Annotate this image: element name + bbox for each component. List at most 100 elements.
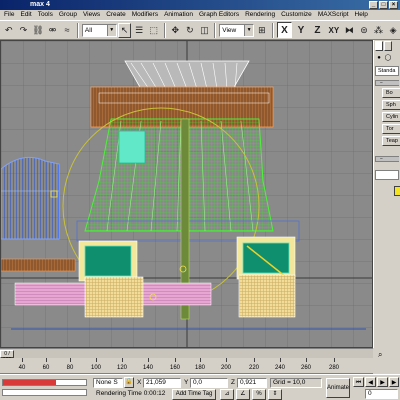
menu-rendering[interactable]: Rendering [242,10,278,20]
array-icon[interactable]: ⁂ [372,23,386,38]
shapes-icon[interactable]: ◯ [384,54,392,62]
sphere-button[interactable]: Sph [382,100,400,110]
track-bar[interactable]: 40 60 80 100 120 140 160 180 200 220 240… [0,358,373,374]
object-type-rollout[interactable]: − [375,80,399,86]
spinner-snap-icon[interactable]: ⇕ [268,389,282,400]
cylinder-button[interactable]: Cylin [382,112,400,122]
time-slider[interactable]: 0 / 100 [0,348,373,363]
prev-frame-icon[interactable]: ◀ [365,377,376,387]
menu-tools[interactable]: Tools [35,10,56,20]
undo-icon[interactable]: ↶ [2,23,16,38]
pivot-center-icon[interactable]: ⊞ [255,23,269,38]
teapot-button[interactable]: Teap [382,136,400,146]
geometry-icon[interactable]: ● [375,54,383,62]
menu-modifiers[interactable]: Modifiers [129,10,161,20]
select-move-icon[interactable]: ✥ [169,23,183,38]
create-tab[interactable] [375,41,383,51]
x-coordinate-field[interactable]: 21,059 [143,378,181,388]
maximize-button[interactable]: □ [379,1,388,9]
axis-x-button[interactable]: X [276,22,293,38]
tick-label: 220 [248,365,260,371]
unlink-icon[interactable]: ⚮ [46,23,60,38]
select-scale-icon[interactable]: ◫ [198,23,212,38]
object-name-field[interactable] [375,170,399,180]
menu-views[interactable]: Views [80,10,103,20]
menu-graph-editors[interactable]: Graph Editors [196,10,242,20]
tick-label: 40 [18,365,26,371]
tick-label: 100 [90,365,102,371]
next-frame-icon[interactable]: ▶ [389,377,399,387]
selection-filter-dropdown[interactable]: All ▼ [81,23,117,37]
toolbar-divider [163,22,166,38]
menu-customize[interactable]: Customize [278,10,315,20]
angle-snap-icon[interactable]: ∠ [236,389,250,400]
select-by-name-icon[interactable]: ☰ [132,23,146,38]
menu-help[interactable]: Help [352,10,371,20]
object-color-swatch[interactable] [394,186,400,196]
axis-z-button[interactable]: Z [310,22,325,38]
rendering-time-status: Rendering Time 0:00:12 [96,390,166,397]
animate-button[interactable]: Animate [326,378,350,398]
z-coordinate-field[interactable]: 0,921 [237,378,267,388]
maxscript-progress-fill [3,380,57,385]
zoom-icon[interactable]: ⌕ [378,350,382,360]
play-icon[interactable]: ▶ [377,377,388,387]
viewport-nav-corner: ⌕ [373,348,400,374]
grid-size-display: Grid = 10,0 [270,378,322,388]
current-frame-field[interactable]: 0 [365,389,398,399]
time-slider-thumb[interactable]: 0 / 100 [0,350,14,363]
name-color-rollout[interactable]: − [375,156,399,162]
menu-maxscript[interactable]: MAXScript [315,10,352,20]
bind-space-warp-icon[interactable]: ≈ [60,23,74,38]
select-object-icon[interactable]: ↖ [117,22,132,38]
lock-selection-icon[interactable]: 🔒 [124,377,134,388]
align-icon[interactable]: ⊜ [357,23,371,38]
selection-status: None S [93,378,123,388]
link-icon[interactable]: ⛓ [31,23,45,38]
axis-y-button[interactable]: Y [293,22,308,38]
tick-label: 60 [42,365,50,371]
tick-label: 260 [300,365,312,371]
perspective-viewport[interactable] [0,40,373,348]
status-bar: None S 🔒 X 21,059 Y 0,0 Z 0,921 Grid = 1… [0,374,400,400]
z-label: Z [231,379,235,386]
title-bar: max 4 _ □ × [0,0,400,10]
redo-icon[interactable]: ↷ [17,23,31,38]
goto-start-icon[interactable]: ⏮ [353,377,364,387]
mirror-icon[interactable]: ⧓ [343,23,357,38]
axis-xy-button[interactable]: XY [326,22,341,38]
region-select-icon[interactable]: ⬚ [147,23,161,38]
tick-label: 140 [142,365,154,371]
chevron-down-icon: ▼ [244,24,254,36]
menu-file[interactable]: File [1,10,17,20]
maxscript-mini-listener[interactable] [2,389,87,396]
modify-tab[interactable] [384,41,392,51]
snapshot-icon[interactable]: ◈ [386,23,400,38]
tick-label: 80 [66,365,74,371]
dome-wireframe [124,60,250,90]
minimize-button[interactable]: _ [369,1,378,9]
close-button[interactable]: × [389,1,398,9]
y-coordinate-field[interactable]: 0,0 [190,378,228,388]
percent-snap-icon[interactable]: % [252,389,266,400]
torus-button[interactable]: Tor [382,124,400,134]
menu-animation[interactable]: Animation [161,10,196,20]
add-time-tag-button[interactable]: Add Time Tag [172,389,216,400]
teal-panel [118,130,146,164]
green-tower [84,118,274,232]
maxscript-listener[interactable] [2,379,87,386]
object-type-dropdown[interactable]: Standa [375,66,399,76]
toolbar-divider [214,22,217,38]
select-rotate-icon[interactable]: ↻ [183,23,197,38]
reference-coord-dropdown[interactable]: View ▼ [219,23,255,37]
menu-group[interactable]: Group [56,10,80,20]
tick-label: 160 [169,365,181,371]
viewport-scene [1,41,372,347]
chevron-down-icon: ▼ [106,24,116,36]
toolbar-divider [76,22,79,38]
menu-edit[interactable]: Edit [17,10,34,20]
menu-create[interactable]: Create [103,10,129,20]
selection-filter-value: All [84,26,93,34]
box-button[interactable]: Bo [382,88,400,98]
snap-toggle-icon[interactable]: ⊿ [220,389,234,400]
